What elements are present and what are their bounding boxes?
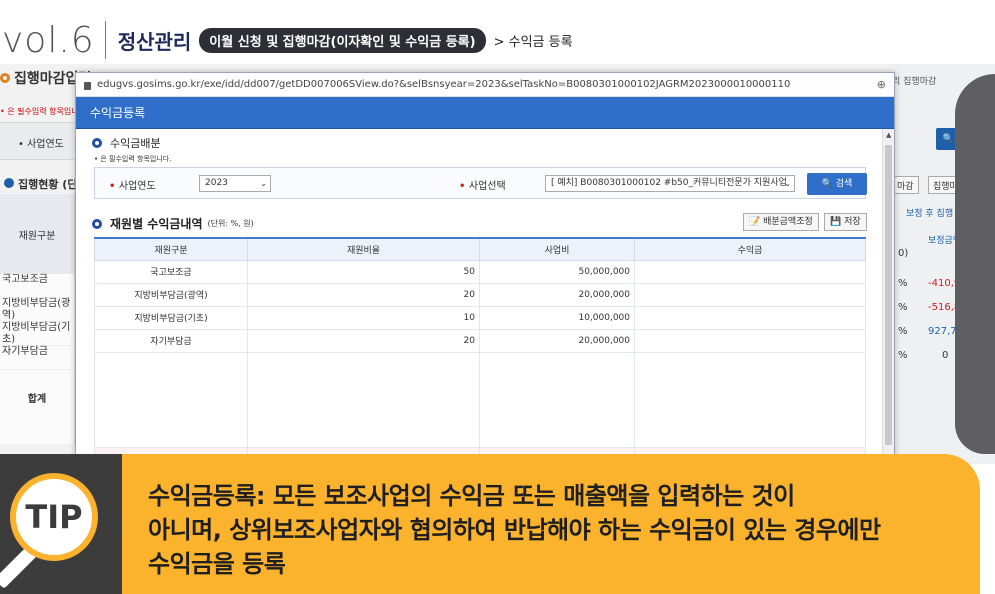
cell-income[interactable] — [634, 305, 866, 330]
bullet-icon — [0, 73, 10, 83]
empty-cell — [634, 351, 866, 448]
scroll-thumb[interactable] — [885, 145, 892, 445]
year-select[interactable]: 2023 ⌄ — [199, 175, 271, 192]
url-text: edugvs.gosims.go.kr/exe/idd/dd007/getDD0… — [97, 79, 791, 90]
col-header-income: 수익금 — [634, 237, 866, 261]
tip-line-3: 수익금을 등록 — [148, 550, 286, 578]
income-popup-window: edugvs.gosims.go.kr/exe/idd/dd007/getDD0… — [75, 72, 895, 474]
tip-line-1: 수익금등록: 모든 보조사업의 수익금 또는 매출액을 입력하는 것이 — [148, 482, 795, 510]
bg-pct: % — [898, 302, 908, 313]
tip-line-2: 아니며, 상위보조사업자와 협의하여 반납해야 하는 수익금이 있는 경우에만 — [148, 516, 881, 544]
page: vol.6 정산관리 이월 신청 및 집행마감(이자확인 및 수익금 등록) >… — [0, 0, 995, 594]
cell-cost: 20,000,000 — [479, 328, 635, 353]
bg-pct: 0) — [898, 248, 909, 259]
cell-cost: 50,000,000 — [479, 259, 635, 284]
bg-pct: % — [898, 350, 908, 361]
section-income-distribution: 수익금배분 — [92, 135, 161, 151]
table-row: 지방비부담금(광역) 20 20,000,000 — [94, 282, 866, 307]
bg-year-label: • 사업연도 — [18, 139, 64, 150]
table-empty-area — [94, 351, 866, 448]
cell-ratio: 20 — [247, 328, 480, 353]
table-row: 국고보조금 50 50,000,000 — [94, 259, 866, 284]
popup-scrollbar[interactable]: ▲ — [882, 129, 894, 459]
bg-grid-row: 국고보조금 — [0, 274, 74, 298]
bg-grid-row: 자기부담금 — [0, 346, 74, 370]
bg-grid: 재원구분 국고보조금 지방비부담금(광역) 지방비부담금(기초) 자기부담금 합… — [0, 194, 75, 444]
bg-right-panel: 리 집행마감 🔍 검색 마감 집행마감취소 보정 후 집행 변경금액 보정금액 … — [892, 64, 995, 464]
cell-ratio: 50 — [247, 259, 480, 284]
zoom-icon[interactable]: ⊕ — [877, 78, 886, 91]
bg-grid-row: 지방비부담금(광역) — [0, 298, 74, 322]
income-table: 재원구분 재원비율 사업비 수익금 국고보조금 50 50,000,000 지방… — [94, 237, 866, 474]
topic-pill: 이월 신청 및 집행마감(이자확인 및 수익금 등록) — [199, 27, 486, 53]
business-label: • 사업선택 — [459, 181, 506, 192]
bullet-icon — [4, 178, 14, 188]
cell-cost: 20,000,000 — [479, 282, 635, 307]
table-row: 자기부담금 20 20,000,000 — [94, 328, 866, 353]
cell-source: 자기부담금 — [94, 328, 248, 353]
empty-cell — [247, 351, 480, 448]
decorative-curve — [955, 74, 995, 454]
tip-banner: 수익금등록: 모든 보조사업의 수익금 또는 매출액을 입력하는 것이 아니며,… — [122, 454, 980, 594]
breadcrumb: > 수익금 등록 — [493, 34, 573, 50]
bg-top-links[interactable]: 리 집행마감 — [892, 74, 936, 87]
popup-body: 수익금배분 • 은 필수입력 항목입니다. • 사업연도 2023 ⌄ • 사업선… — [76, 129, 894, 474]
empty-cell — [94, 351, 248, 448]
popup-title: 수익금등록 — [76, 97, 894, 129]
bg-close-button[interactable]: 마감 — [892, 176, 919, 194]
vol-number: vol.6 — [2, 19, 95, 61]
cell-income[interactable] — [634, 259, 866, 284]
cell-cost: 10,000,000 — [479, 305, 635, 330]
table-header-row: 재원구분 재원비율 사업비 수익금 — [94, 237, 866, 261]
bg-value: 0 — [942, 350, 949, 361]
bg-pct: % — [898, 278, 908, 289]
cell-ratio: 20 — [247, 282, 480, 307]
chevron-down-icon: ⌄ — [784, 179, 791, 188]
cell-source: 지방비부담금(기초) — [94, 305, 248, 330]
cell-income[interactable] — [634, 328, 866, 353]
page-header: vol.6 정산관리 이월 신청 및 집행마감(이자확인 및 수익금 등록) >… — [0, 19, 573, 61]
url-bar[interactable]: edugvs.gosims.go.kr/exe/idd/dd007/getDD0… — [76, 73, 894, 97]
required-note: • 은 필수입력 항목입니다. — [94, 155, 172, 163]
bg-pct: % — [898, 326, 908, 337]
cell-ratio: 10 — [247, 305, 480, 330]
cell-income[interactable] — [634, 282, 866, 307]
business-select[interactable]: [ 예치] B0080301000102 #b50_커뮤니티전문가 지원사업 ⌄ — [545, 175, 795, 192]
bg-grid-header: 재원구분 — [0, 194, 74, 274]
empty-cell — [479, 351, 635, 448]
col-header-source: 재원구분 — [94, 237, 248, 261]
section-title: 정산관리 — [117, 29, 192, 54]
magnifier-icon: TIP — [10, 473, 98, 561]
scroll-up-icon[interactable]: ▲ — [886, 131, 891, 139]
filter-row: • 사업연도 2023 ⌄ • 사업선택 [ 예치] B0080301000102… — [94, 167, 867, 199]
cell-source: 국고보조금 — [94, 259, 248, 284]
bg-grid-total: 합계 — [27, 394, 47, 405]
col-header-cost: 사업비 — [479, 237, 635, 261]
section-income-by-source: 재원별 수익금내역 (단위: %, 원) — [92, 215, 254, 232]
tip-badge: TIP — [25, 498, 83, 536]
chevron-down-icon: ⌄ — [260, 179, 267, 188]
lock-icon — [84, 81, 91, 90]
save-button[interactable]: 💾 저장 — [824, 213, 867, 231]
table-row: 지방비부담금(기초) 10 10,000,000 — [94, 305, 866, 330]
search-button[interactable]: 🔍 검색 — [807, 173, 867, 195]
unit-label: (단위: %, 원) — [207, 219, 254, 228]
bg-grid-row: 지방비부담금(기초) — [0, 322, 74, 346]
bullet-icon — [92, 218, 102, 229]
header-divider — [104, 21, 106, 59]
adjust-allocation-button[interactable]: 📝 배분금액조정 — [743, 213, 819, 231]
col-header-ratio: 재원비율 — [247, 237, 480, 261]
cell-source: 지방비부담금(광역) — [94, 282, 248, 307]
bullet-icon — [92, 138, 102, 148]
year-label: • 사업연도 — [109, 181, 156, 192]
